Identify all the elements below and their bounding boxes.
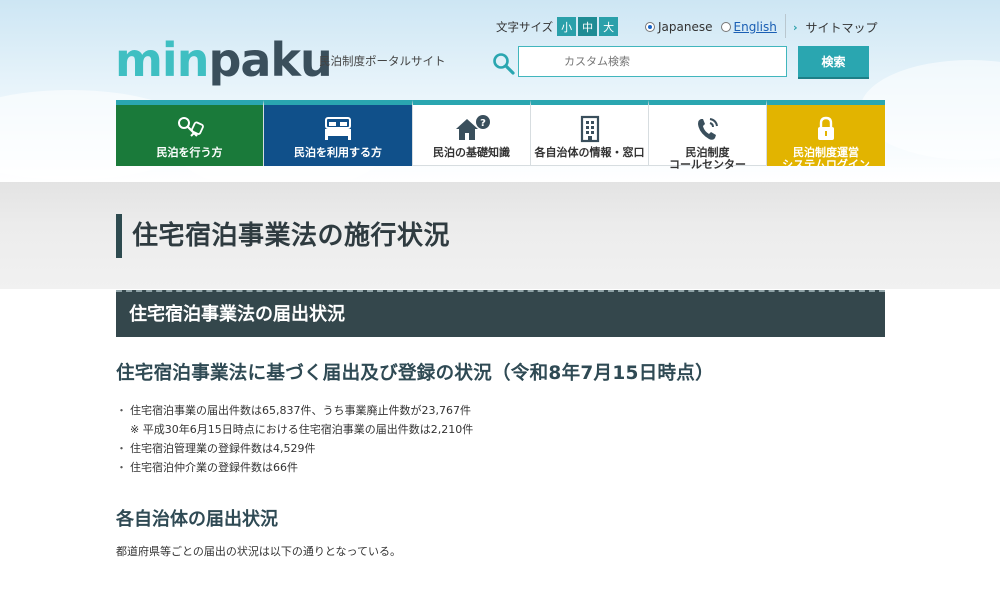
font-size-selector: 文字サイズ 小 中 大	[496, 17, 620, 36]
nav-item-call-center[interactable]: 民泊制度 コールセンター	[649, 100, 767, 171]
header-divider	[785, 14, 786, 38]
municipality-heading: 各自治体の届出状況	[116, 509, 278, 530]
municipality-paragraph: 都道府県等ごとの届出の状況は以下の通りとなっている。	[116, 545, 402, 558]
font-size-large-button[interactable]: 大	[599, 17, 619, 36]
english-link[interactable]: English	[734, 20, 777, 34]
list-note: ※ 平成30年6月15日時点における住宅宿泊事業の届出件数は2,210件	[130, 423, 474, 436]
language-option-english[interactable]: English	[720, 20, 777, 34]
font-size-label: 文字サイズ	[496, 19, 554, 34]
radio-japanese[interactable]	[645, 22, 655, 32]
logo-text-paku: paku	[208, 33, 332, 87]
status-heading: 住宅宿泊事業法に基づく届出及び登録の状況（令和8年7月15日時点）	[116, 363, 714, 384]
nav-item-host[interactable]: 民泊を行う方	[116, 100, 264, 166]
nav-label-basics: 民泊の基礎知識	[433, 146, 510, 159]
nav-label-call-center: 民泊制度 コールセンター	[669, 147, 746, 171]
list-item: ・ 住宅宿泊事業の届出件数は65,837件、うち事業廃止件数が23,767件	[116, 401, 473, 420]
sitemap-link[interactable]: › サイトマップ	[793, 19, 878, 36]
nav-label-municipalities: 各自治体の情報・窓口	[534, 146, 645, 159]
nav-label-system-login: 民泊制度運営 システムログイン	[782, 147, 870, 171]
building-icon	[579, 115, 601, 143]
nav-label-call-center-line2: コールセンター	[669, 158, 746, 171]
search-input[interactable]	[518, 46, 787, 77]
svg-text:?: ?	[480, 118, 486, 129]
chevron-right-icon: ›	[793, 21, 798, 34]
house-question-icon: ?	[452, 115, 492, 143]
nav-label-system-login-line2: システムログイン	[782, 158, 870, 171]
list-item-text: 住宅宿泊事業の届出件数は65,837件、うち事業廃止件数が23,767件	[130, 404, 471, 417]
font-size-medium-button[interactable]: 中	[578, 17, 598, 36]
radio-english[interactable]	[720, 22, 731, 32]
nav-item-basics[interactable]: ? 民泊の基礎知識	[413, 100, 531, 166]
page-title: 住宅宿泊事業法の施行状況	[116, 214, 450, 258]
nav-item-guest[interactable]: 民泊を利用する方	[264, 100, 413, 166]
nav-label-guest: 民泊を利用する方	[294, 146, 382, 159]
nav-item-municipalities[interactable]: 各自治体の情報・窓口	[531, 100, 649, 166]
site-logo[interactable]: minpaku	[115, 37, 333, 83]
language-label-japanese: Japanese	[658, 20, 713, 34]
nav-label-host: 民泊を行う方	[156, 146, 223, 159]
font-size-small-button[interactable]: 小	[557, 17, 577, 36]
language-option-japanese[interactable]: Japanese	[645, 20, 713, 34]
status-list: ・ 住宅宿泊事業の届出件数は65,837件、うち事業廃止件数が23,767件 ※…	[116, 401, 473, 477]
nav-item-system-login[interactable]: 民泊制度運営 システムログイン	[767, 100, 885, 171]
bullet-icon: ・	[116, 461, 127, 474]
lock-icon	[815, 115, 837, 143]
main-navigation: 民泊を行う方 民泊を利用する方 ? 民泊の基礎知識 各自治体の情報・窓口 民泊制…	[116, 100, 885, 171]
site-tagline: 民泊制度ポータルサイト	[319, 54, 446, 68]
bullet-icon: ・	[116, 404, 127, 417]
language-selector: Japanese English	[645, 20, 785, 34]
bullet-icon: ・	[116, 442, 127, 455]
logo-text-min: min	[115, 33, 209, 87]
site-header: minpaku 民泊制度ポータルサイト 文字サイズ 小 中 大 Japanese…	[0, 0, 1000, 182]
list-item: ・ 住宅宿泊仲介業の登録件数は66件	[116, 458, 473, 477]
section-title-bar: 住宅宿泊事業法の届出状況	[116, 290, 885, 337]
bed-icon	[322, 115, 354, 143]
keys-icon	[175, 115, 205, 143]
list-item-text: 住宅宿泊仲介業の登録件数は66件	[130, 461, 298, 474]
search-icon	[493, 53, 515, 75]
search-button[interactable]: 検索	[798, 46, 869, 77]
list-item-text: 住宅宿泊管理業の登録件数は4,529件	[130, 442, 316, 455]
list-item: ・ 住宅宿泊管理業の登録件数は4,529件	[116, 439, 473, 458]
sitemap-label: サイトマップ	[805, 21, 878, 35]
phone-icon	[695, 115, 721, 143]
